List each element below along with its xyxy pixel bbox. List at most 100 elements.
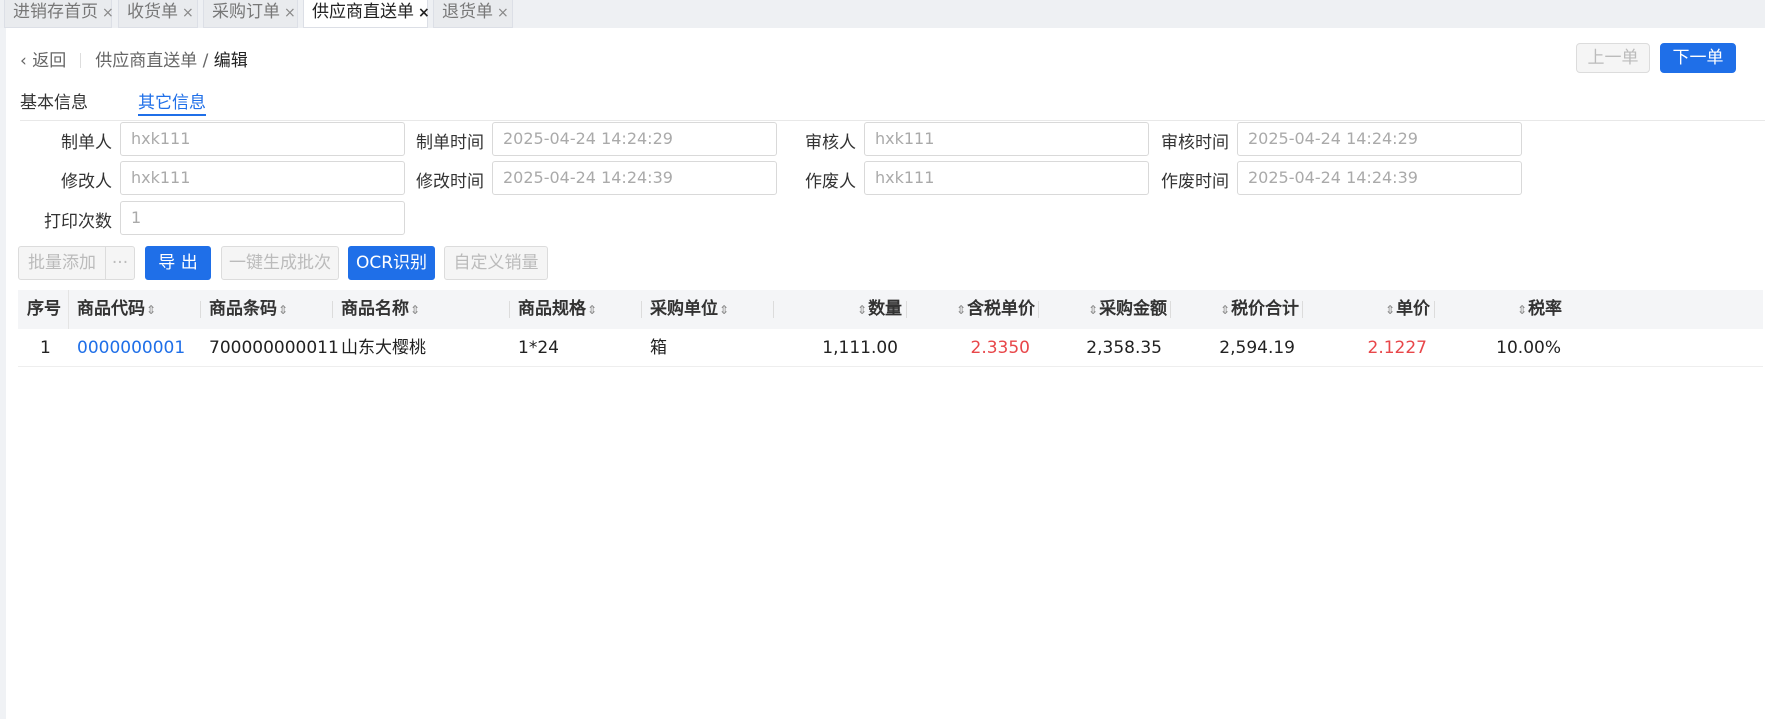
divider[interactable] [641, 301, 642, 318]
sort-icon[interactable]: ⇕ [1220, 303, 1230, 317]
more-icon[interactable]: ··· [105, 246, 135, 280]
sort-icon[interactable]: ⇕ [956, 303, 966, 317]
auditor-field[interactable]: hxk111 [864, 122, 1149, 156]
col-unit[interactable]: 采购单位⇕ [650, 290, 730, 329]
tab-basic-info[interactable]: 基本信息 [20, 88, 88, 116]
tab-label: 进销存首页 [13, 2, 98, 22]
cell-price: 2.1227 [1367, 338, 1427, 358]
col-label: 含税单价 [967, 299, 1036, 319]
tab-label: 收货单 [127, 2, 178, 22]
cell-code-link[interactable]: 0000000001 [77, 329, 185, 367]
close-icon[interactable]: × [418, 5, 430, 21]
divider[interactable] [773, 301, 774, 318]
sort-icon[interactable]: ⇕ [1385, 303, 1395, 317]
cell-name: 山东大樱桃 [341, 338, 426, 358]
divider [80, 53, 82, 68]
chevron-left-icon: ‹ [20, 51, 27, 71]
sort-icon[interactable]: ⇕ [587, 303, 597, 317]
next-button[interactable]: 下一单 [1660, 43, 1736, 73]
divider[interactable] [200, 301, 201, 318]
create-time-field[interactable]: 2025-04-24 14:24:29 [492, 122, 777, 156]
tab-inventory-home[interactable]: 进销存首页 × [4, 0, 114, 28]
divider [68, 290, 69, 329]
divider[interactable] [1302, 301, 1303, 318]
modify-time-field[interactable]: 2025-04-24 14:24:39 [492, 161, 777, 195]
cell-index: 1 [40, 338, 51, 358]
close-icon[interactable]: × [284, 5, 296, 21]
generate-batch-button[interactable]: 一键生成批次 [221, 246, 339, 280]
col-qty[interactable]: ⇕数量 [856, 290, 902, 329]
sort-icon[interactable]: ⇕ [410, 303, 420, 317]
main-panel: ‹ 返回 供应商直送单 / 编辑 上一单 下一单 基本信息 其它信息 制单人 hx… [6, 28, 1765, 719]
tab-purchase-order[interactable]: 采购订单 × [203, 0, 298, 28]
sort-icon[interactable]: ⇕ [719, 303, 729, 317]
cell-barcode: 700000000011 [209, 338, 339, 358]
divider[interactable] [906, 301, 907, 318]
col-barcode[interactable]: 商品条码⇕ [209, 290, 289, 329]
tab-receipt[interactable]: 收货单 × [118, 0, 198, 28]
sort-icon[interactable]: ⇕ [1088, 303, 1098, 317]
col-tax-total[interactable]: ⇕税价合计 [1219, 290, 1299, 329]
tab-supplier-direct[interactable]: 供应商直送单 × [303, 0, 430, 28]
col-price[interactable]: ⇕单价 [1384, 290, 1430, 329]
divider[interactable] [332, 301, 333, 318]
audit-time-field[interactable]: 2025-04-24 14:24:29 [1237, 122, 1522, 156]
voider-label: 作废人 [805, 172, 856, 192]
batch-add-button[interactable]: 批量添加 [18, 246, 106, 280]
breadcrumb-parent[interactable]: 供应商直送单 [95, 51, 197, 71]
divider[interactable] [509, 301, 510, 318]
sort-icon[interactable]: ⇕ [1517, 303, 1527, 317]
cell-amount: 2,358.35 [1086, 338, 1162, 358]
col-amount[interactable]: ⇕采购金额 [1087, 290, 1167, 329]
cell-unit: 箱 [650, 338, 667, 358]
create-time-label: 制单时间 [416, 133, 484, 153]
close-icon[interactable]: × [102, 5, 114, 21]
close-icon[interactable]: × [497, 5, 509, 21]
sort-icon[interactable]: ⇕ [146, 303, 156, 317]
breadcrumb: ‹ 返回 供应商直送单 / 编辑 [20, 46, 248, 71]
ocr-button[interactable]: OCR识别 [348, 246, 435, 280]
divider[interactable] [1434, 301, 1435, 318]
cell-tax-rate: 10.00% [1496, 338, 1561, 358]
col-code[interactable]: 商品代码⇕ [77, 290, 157, 329]
close-icon[interactable]: × [182, 5, 194, 21]
col-index: 序号 [27, 299, 61, 319]
col-label: 采购金额 [1099, 299, 1168, 319]
export-button[interactable]: 导 出 [145, 246, 211, 280]
col-label: 数量 [868, 299, 903, 319]
sort-icon[interactable]: ⇕ [857, 303, 867, 317]
custom-sales-button[interactable]: 自定义销量 [444, 246, 548, 280]
creator-field[interactable]: hxk111 [120, 122, 405, 156]
modify-time-label: 修改时间 [416, 172, 484, 192]
divider [20, 120, 1765, 121]
tab-label: 供应商直送单 [312, 2, 414, 22]
col-label: 税价合计 [1231, 299, 1300, 319]
col-label: 采购单位 [650, 299, 718, 319]
divider[interactable] [1038, 301, 1039, 318]
col-spec[interactable]: 商品规格⇕ [518, 290, 598, 329]
sort-icon[interactable]: ⇕ [278, 303, 288, 317]
table-row[interactable]: 1 0000000001 700000000011 山东大樱桃 1*24 箱 1… [18, 329, 1763, 367]
void-time-label: 作废时间 [1161, 172, 1229, 192]
tab-other-info[interactable]: 其它信息 [138, 88, 206, 116]
tab-return[interactable]: 退货单 × [433, 0, 513, 28]
back-link[interactable]: ‹ 返回 [20, 51, 66, 71]
tab-label: 退货单 [442, 2, 493, 22]
col-label: 商品规格 [518, 299, 586, 319]
divider[interactable] [1170, 301, 1171, 318]
col-label: 商品条码 [209, 299, 277, 319]
audit-time-label: 审核时间 [1161, 133, 1229, 153]
col-label: 单价 [1396, 299, 1431, 319]
print-count-field[interactable]: 1 [120, 201, 405, 235]
prev-button[interactable]: 上一单 [1576, 43, 1650, 73]
void-time-field[interactable]: 2025-04-24 14:24:39 [1237, 161, 1522, 195]
col-tax-rate[interactable]: ⇕税率 [1516, 290, 1562, 329]
col-tax-price[interactable]: ⇕含税单价 [955, 290, 1035, 329]
breadcrumb-sep: / [202, 51, 209, 71]
tab-bar: 进销存首页 × 收货单 × 采购订单 × 供应商直送单 × 退货单 × [0, 0, 1765, 28]
back-label: 返回 [32, 51, 67, 71]
col-name[interactable]: 商品名称⇕ [341, 290, 421, 329]
auditor-label: 审核人 [805, 133, 856, 153]
modifier-field[interactable]: hxk111 [120, 161, 405, 195]
voider-field[interactable]: hxk111 [864, 161, 1149, 195]
